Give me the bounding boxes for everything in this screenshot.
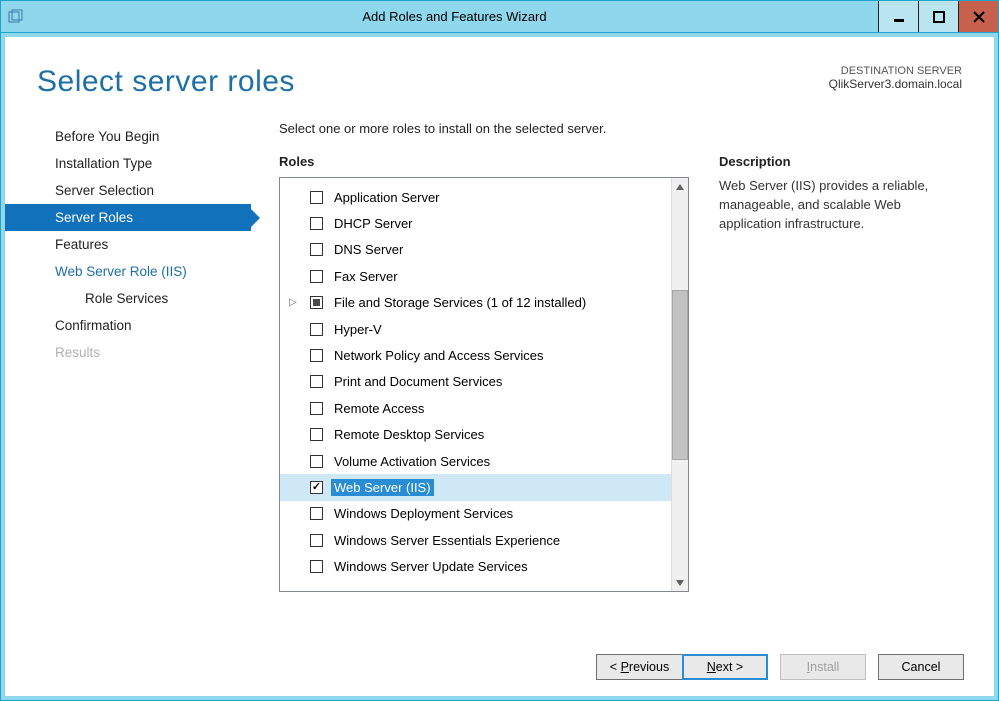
role-checkbox[interactable] [310,375,323,388]
role-row[interactable]: DNS Server [280,237,671,263]
next-button[interactable]: Next > [682,654,768,680]
role-checkbox[interactable] [310,323,323,336]
install-button: Install [780,654,866,680]
role-row[interactable]: Remote Access [280,395,671,421]
role-label: Fax Server [331,268,401,285]
nav-item: Results [5,339,251,366]
nav-item[interactable]: Role Services [5,285,251,312]
role-label: Volume Activation Services [331,453,493,470]
nav-item[interactable]: Before You Begin [5,123,251,150]
window-controls [878,1,998,32]
role-checkbox[interactable] [310,217,323,230]
role-checkbox[interactable] [310,534,323,547]
role-row[interactable]: Volume Activation Services [280,448,671,474]
role-checkbox[interactable] [310,270,323,283]
scroll-down-icon[interactable] [672,574,688,591]
role-row[interactable]: Windows Deployment Services [280,501,671,527]
role-label: Print and Document Services [331,373,505,390]
nav-item[interactable]: Features [5,231,251,258]
role-row[interactable]: Windows Server Essentials Experience [280,527,671,553]
role-checkbox[interactable] [310,455,323,468]
roles-header: Roles [279,154,689,169]
role-row[interactable]: Fax Server [280,263,671,289]
minimize-button[interactable] [878,1,918,32]
nav-item[interactable]: Confirmation [5,312,251,339]
role-row[interactable]: Windows Server Update Services [280,553,671,579]
role-row[interactable]: Print and Document Services [280,369,671,395]
scrollbar-thumb[interactable] [672,290,688,461]
role-row[interactable]: Network Policy and Access Services [280,342,671,368]
maximize-button[interactable] [918,1,958,32]
description-header: Description [719,154,966,169]
expand-icon[interactable]: ▷ [286,297,300,308]
role-row[interactable]: DHCP Server [280,210,671,236]
scroll-up-icon[interactable] [672,178,688,195]
roles-list[interactable]: Application Server DHCP Server DNS Server F… [279,177,689,592]
role-row[interactable]: ▷ File and Storage Services (1 of 12 inst… [280,290,671,316]
nav-item[interactable]: Server Roles [5,204,251,231]
role-label: Windows Deployment Services [331,505,516,522]
nav-item[interactable]: Server Selection [5,177,251,204]
role-label: Remote Access [331,400,427,417]
role-checkbox[interactable] [310,481,323,494]
role-label: Hyper-V [331,321,385,338]
role-checkbox[interactable] [310,191,323,204]
role-label: Windows Server Update Services [331,558,531,575]
destination-label: DESTINATION SERVER [829,65,962,77]
nav-item[interactable]: Installation Type [5,150,251,177]
role-label: DNS Server [331,241,406,258]
wizard-window: Add Roles and Features Wizard Select ser… [0,0,999,701]
role-row[interactable]: Application Server [280,184,671,210]
role-label: Remote Desktop Services [331,426,487,443]
role-row[interactable]: Hyper-V [280,316,671,342]
role-checkbox[interactable] [310,560,323,573]
wizard-nav: Before You BeginInstallation TypeServer … [5,109,251,640]
role-checkbox[interactable] [310,402,323,415]
roles-scrollbar[interactable] [671,178,688,591]
role-label: Windows Server Essentials Experience [331,532,563,549]
window-title: Add Roles and Features Wizard [31,9,878,24]
titlebar: Add Roles and Features Wizard [1,1,998,33]
description-text: Web Server (IIS) provides a reliable, ma… [719,177,966,234]
role-checkbox[interactable] [310,428,323,441]
app-icon [1,9,31,25]
role-checkbox[interactable] [310,243,323,256]
close-button[interactable] [958,1,998,32]
role-label: DHCP Server [331,215,416,232]
role-label: Application Server [331,189,443,206]
previous-button[interactable]: < Previous [596,654,682,680]
role-label: Web Server (IIS) [331,479,434,496]
wizard-footer: < Previous Next > Install Cancel [5,640,994,696]
role-checkbox[interactable] [310,349,323,362]
nav-item[interactable]: Web Server Role (IIS) [5,258,251,285]
role-label: File and Storage Services (1 of 12 insta… [331,294,589,311]
destination-info: DESTINATION SERVER QlikServer3.domain.lo… [829,65,962,91]
instruction-text: Select one or more roles to install on t… [279,121,966,136]
destination-server: QlikServer3.domain.local [829,77,962,91]
role-row[interactable]: Remote Desktop Services [280,422,671,448]
cancel-button[interactable]: Cancel [878,654,964,680]
role-checkbox[interactable] [310,507,323,520]
role-row[interactable]: Web Server (IIS) [280,474,671,500]
page-title: Select server roles [37,65,295,99]
role-checkbox[interactable] [310,296,323,309]
role-label: Network Policy and Access Services [331,347,547,364]
